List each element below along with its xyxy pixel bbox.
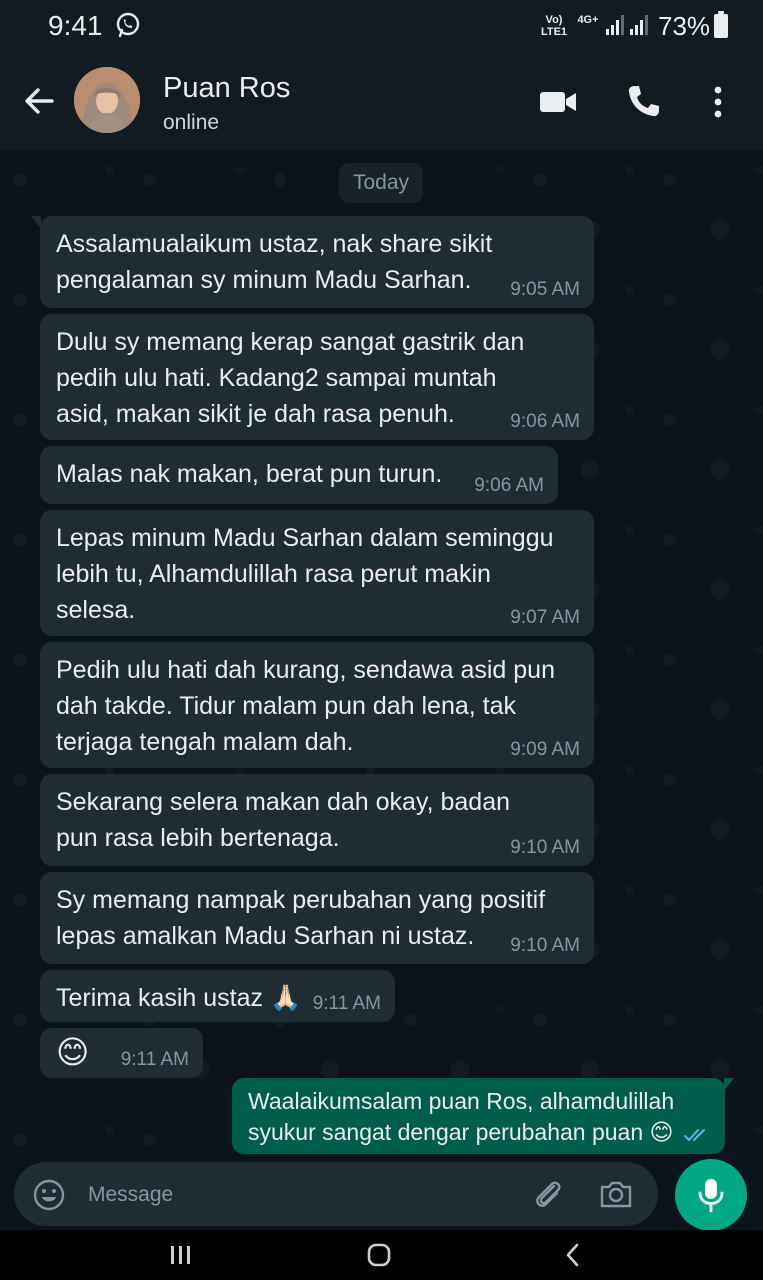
voice-call-icon[interactable] xyxy=(623,82,663,122)
status-time: 9:41 xyxy=(48,10,103,41)
message-text: Dulu sy memang kerap sangat gastrik dan … xyxy=(56,328,525,428)
message-time: 9:10 AM xyxy=(510,935,580,956)
signal-icon xyxy=(606,15,624,35)
message-text: Pedih ulu hati dah kurang, sendawa asid … xyxy=(56,656,555,756)
message-time: 9:09 AM xyxy=(510,739,580,760)
outgoing-message-bubble[interactable]: Waalaikumsalam puan Ros, alhamdulillah s… xyxy=(232,1078,734,1154)
chat-header: Puan Ros online xyxy=(0,52,763,150)
recent-apps-icon[interactable] xyxy=(164,1238,198,1272)
message-input[interactable] xyxy=(86,1174,510,1216)
message-time: 9:11 AM xyxy=(120,1049,189,1070)
system-nav-bar xyxy=(0,1230,763,1280)
message-bubble[interactable]: Sekarang selera makan dah okay, badan pu… xyxy=(40,774,594,866)
message-bubble[interactable]: Lepas minum Madu Sarhan dalam seminggu l… xyxy=(40,510,594,636)
video-call-icon[interactable] xyxy=(538,82,578,122)
message-time: 9:06 AM xyxy=(510,411,580,432)
message-bubble[interactable]: Pedih ulu hati dah kurang, sendawa asid … xyxy=(40,642,594,768)
contact-status: online xyxy=(163,111,220,134)
emoji-icon[interactable] xyxy=(32,1178,66,1212)
message-time: 9:07 AM xyxy=(510,607,580,628)
message-input-bar xyxy=(14,1162,658,1226)
message-bubble[interactable]: Assalamualaikum ustaz, nak share sikit p… xyxy=(31,216,594,308)
signal-icon xyxy=(630,15,648,35)
volte-indicator: Vo) LTE1 xyxy=(540,14,568,38)
message-time: 9:10 AM xyxy=(510,837,580,858)
message-text: Malas nak makan, berat pun turun. xyxy=(56,460,443,488)
avatar-image xyxy=(74,67,140,133)
network-type: 4G+ xyxy=(577,14,599,26)
status-bar: 9:41 Vo) LTE1 4G+ 73% xyxy=(0,0,763,52)
camera-icon[interactable] xyxy=(598,1176,634,1212)
bubble-tail xyxy=(31,216,41,229)
mic-button[interactable] xyxy=(675,1159,747,1231)
message-time: 9:11 AM xyxy=(312,993,381,1014)
message-text: Assalamualaikum ustaz, nak share sikit p… xyxy=(56,230,493,294)
message-text: Sy memang nampak perubahan yang positif … xyxy=(56,886,546,950)
message-bubble[interactable]: Malas nak makan, berat pun turun. 9:06 A… xyxy=(40,446,558,504)
chat-area[interactable]: Today Assalamualaikum ustaz, nak share s… xyxy=(0,150,763,1224)
message-bubble[interactable]: Sy memang nampak perubahan yang positif … xyxy=(40,872,594,964)
back-arrow-icon[interactable] xyxy=(18,80,60,122)
contact-name[interactable]: Puan Ros xyxy=(163,72,290,105)
read-receipt-icon xyxy=(684,1129,705,1141)
attach-icon[interactable] xyxy=(530,1176,566,1212)
message-text: Waalaikumsalam puan Ros, alhamdulillah s… xyxy=(248,1088,675,1145)
message-text: Lepas minum Madu Sarhan dalam seminggu l… xyxy=(56,524,554,624)
message-bubble[interactable]: Dulu sy memang kerap sangat gastrik dan … xyxy=(40,314,594,440)
mic-icon xyxy=(698,1179,724,1213)
home-icon[interactable] xyxy=(362,1238,396,1272)
message-text: Sekarang selera makan dah okay, badan pu… xyxy=(56,788,511,852)
message-time: 9:06 AM xyxy=(474,475,544,496)
message-bubble[interactable]: Terima kasih ustaz 🙏🏻 9:11 AM xyxy=(40,970,395,1022)
avatar[interactable] xyxy=(74,67,140,133)
battery-icon xyxy=(714,11,728,38)
message-bubble[interactable]: 😊 9:11 AM xyxy=(40,1028,203,1078)
back-nav-icon[interactable] xyxy=(556,1238,590,1272)
battery-percent: 73% xyxy=(658,11,711,41)
date-chip: Today xyxy=(339,163,423,203)
message-time: 9:05 AM xyxy=(510,279,580,300)
bubble-tail xyxy=(724,1078,734,1091)
more-vert-icon[interactable] xyxy=(698,82,738,122)
whatsapp-icon xyxy=(116,12,140,38)
